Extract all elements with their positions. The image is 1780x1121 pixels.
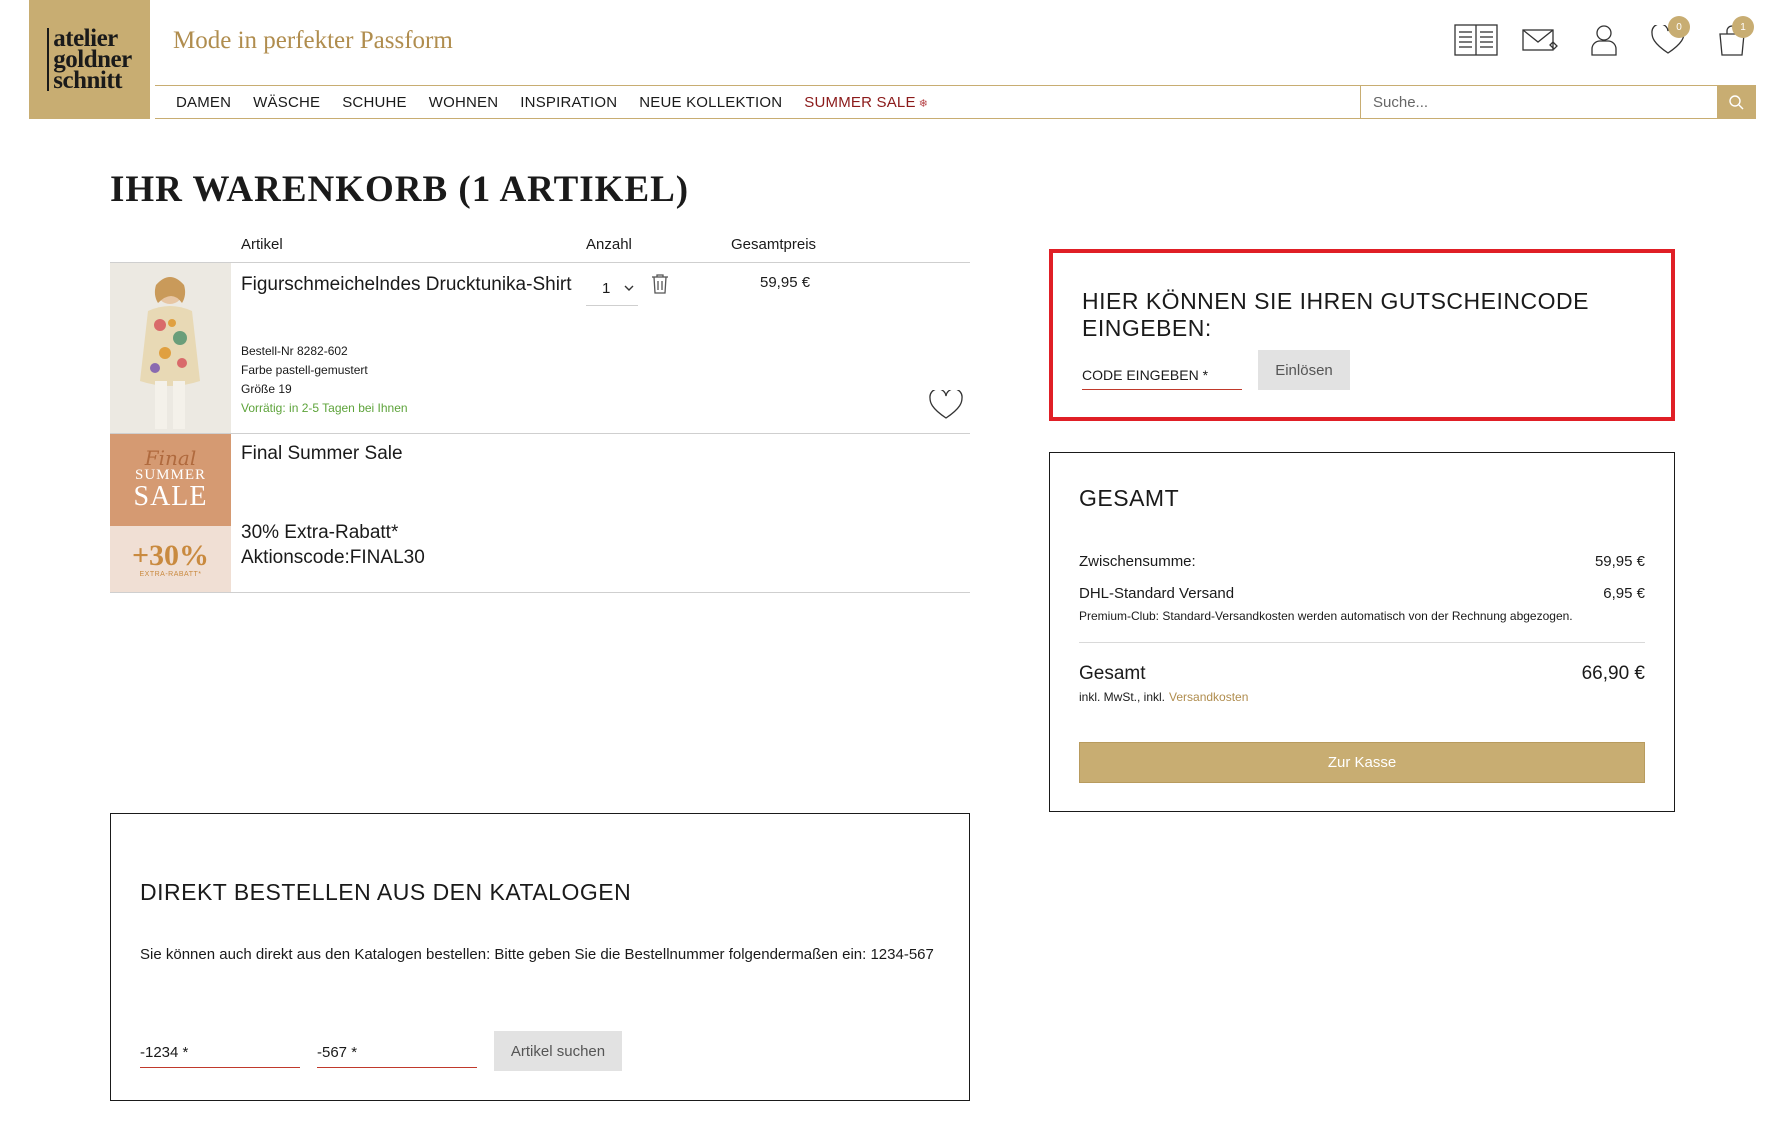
- logo-wordmark: atelier goldner schnitt: [47, 26, 132, 94]
- premium-club-note: Premium-Club: Standard-Versandkosten wer…: [1079, 609, 1573, 623]
- catalog-number-part2-input[interactable]: -567 *: [317, 1038, 477, 1068]
- tax-note: inkl. MwSt., inkl. Versandkosten: [1079, 690, 1248, 704]
- snowflake-icon: ❄: [918, 97, 929, 110]
- redeem-coupon-button[interactable]: Einlösen: [1258, 350, 1350, 390]
- catalog-title: DIREKT BESTELLEN AUS DEN KATALOGEN: [140, 879, 632, 905]
- main-nav: DAMEN WÄSCHE SCHUHE WOHNEN INSPIRATION N…: [155, 85, 1361, 119]
- shipping-value: 6,95 €: [1603, 585, 1645, 602]
- product-photo-icon: [110, 263, 231, 434]
- search-bar: [1360, 85, 1756, 119]
- logo-line: schnitt: [53, 67, 122, 94]
- chevron-down-icon: [624, 285, 634, 291]
- catalog-number-part1-input[interactable]: -1234 *: [140, 1038, 300, 1068]
- product-size: Größe 19: [241, 382, 292, 396]
- product-details: Bestell-Nr 8282-602 Farbe pastell-gemust…: [241, 342, 408, 418]
- catalog-number-part1-label: -1234 *: [140, 1044, 189, 1061]
- nav-item-summer-sale-label: SUMMER SALE: [804, 93, 916, 111]
- wishlist-icon[interactable]: 0: [1646, 16, 1690, 62]
- newsletter-icon[interactable]: [1518, 18, 1562, 62]
- search-article-button[interactable]: Artikel suchen: [494, 1031, 622, 1071]
- brand-tagline: Mode in perfekter Passform: [173, 27, 453, 54]
- promo-badge-percent: +30%: [131, 539, 210, 572]
- order-number: Bestell-Nr 8282-602: [241, 344, 348, 358]
- promo-badge-bottom: +30% EXTRA-RABATT*: [110, 526, 231, 593]
- table-divider: [110, 592, 970, 593]
- brand-logo[interactable]: atelier goldner schnitt: [29, 0, 150, 119]
- account-icon[interactable]: [1582, 18, 1626, 62]
- grand-total-label: Gesamt: [1079, 663, 1146, 684]
- quantity-select[interactable]: 1: [586, 272, 638, 306]
- catalog-icon[interactable]: [1454, 18, 1498, 62]
- promo-code: Aktionscode:FINAL30: [241, 547, 425, 568]
- promo-description: 30% Extra-Rabatt* Aktionscode:FINAL30: [241, 520, 425, 570]
- catalog-number-part2-label: -567 *: [317, 1044, 358, 1061]
- promo-title: Final Summer Sale: [241, 443, 403, 464]
- coupon-title: HIER KÖNNEN SIE IHREN GUTSCHEINCODE EING…: [1082, 288, 1589, 341]
- promo-badge-final: Final: [144, 446, 197, 470]
- add-to-wishlist-button[interactable]: [929, 388, 963, 425]
- promo-badge-top: Final SUMMER SALE: [110, 434, 231, 526]
- trash-icon: [652, 274, 668, 294]
- column-header-anzahl: Anzahl: [586, 236, 632, 253]
- nav-item-schuhe[interactable]: SCHUHE: [342, 94, 407, 111]
- product-color: Farbe pastell-gemustert: [241, 363, 368, 377]
- shipping-costs-link[interactable]: Versandkosten: [1169, 690, 1248, 704]
- product-image[interactable]: [110, 263, 231, 434]
- nav-item-summer-sale[interactable]: SUMMER SALE ❄: [804, 94, 928, 111]
- tax-note-text: inkl. MwSt., inkl.: [1079, 690, 1166, 704]
- wishlist-count-badge: 0: [1668, 16, 1690, 38]
- column-header-artikel: Artikel: [241, 236, 283, 253]
- order-summary: GESAMT Zwischensumme: 59,95 € DHL-Standa…: [1049, 452, 1675, 812]
- promo-discount: 30% Extra-Rabatt*: [241, 522, 399, 543]
- header-icons: 0 1: [1454, 16, 1754, 62]
- cart-count-badge: 1: [1732, 16, 1754, 38]
- grand-total-value: 66,90 €: [1581, 663, 1645, 684]
- promo-badge-extra: EXTRA-RABATT*: [139, 571, 202, 578]
- nav-item-neue-kollektion[interactable]: NEUE KOLLEKTION: [639, 94, 782, 111]
- quantity-value: 1: [602, 280, 611, 297]
- subtotal-value: 59,95 €: [1594, 553, 1645, 570]
- catalog-order-section: DIREKT BESTELLEN AUS DEN KATALOGEN Sie k…: [110, 813, 970, 1101]
- item-total-price: 59,95 €: [760, 274, 811, 291]
- shipping-label: DHL-Standard Versand: [1079, 585, 1235, 602]
- promo-badge-image: Final SUMMER SALE +30% EXTRA-RABATT*: [110, 434, 231, 593]
- search-icon: [1729, 95, 1744, 110]
- catalog-description: Sie können auch direkt aus den Katalogen…: [140, 946, 934, 963]
- summary-title: GESAMT: [1079, 485, 1180, 511]
- column-header-gesamtpreis: Gesamtpreis: [731, 236, 817, 253]
- nav-item-wohnen[interactable]: WOHNEN: [429, 94, 499, 111]
- checkout-button[interactable]: Zur Kasse: [1079, 742, 1645, 783]
- coupon-code-label: CODE EINGEBEN *: [1082, 366, 1209, 383]
- heart-icon: [929, 388, 963, 419]
- table-divider: [110, 433, 970, 434]
- cart-icon[interactable]: 1: [1710, 16, 1754, 62]
- search-button[interactable]: [1717, 86, 1755, 118]
- nav-item-waesche[interactable]: WÄSCHE: [253, 94, 320, 111]
- stock-status: Vorrätig: in 2-5 Tagen bei Ihnen: [241, 401, 408, 415]
- coupon-code-input[interactable]: CODE EINGEBEN *: [1082, 360, 1242, 390]
- table-divider: [110, 262, 970, 263]
- promo-badge-sale: SALE: [133, 481, 208, 512]
- subtotal-label: Zwischensumme:: [1079, 553, 1196, 570]
- nav-item-damen[interactable]: DAMEN: [176, 94, 231, 111]
- nav-item-inspiration[interactable]: INSPIRATION: [520, 94, 617, 111]
- page-title: IHR WARENKORB (1 ARTIKEL): [110, 169, 690, 210]
- coupon-section: HIER KÖNNEN SIE IHREN GUTSCHEINCODE EING…: [1049, 249, 1675, 421]
- summary-divider: [1079, 642, 1645, 643]
- delete-item-button[interactable]: [651, 273, 669, 299]
- product-name[interactable]: Figurschmeichelndes Drucktunika-Shirt: [241, 274, 572, 296]
- search-input[interactable]: [1361, 86, 1717, 118]
